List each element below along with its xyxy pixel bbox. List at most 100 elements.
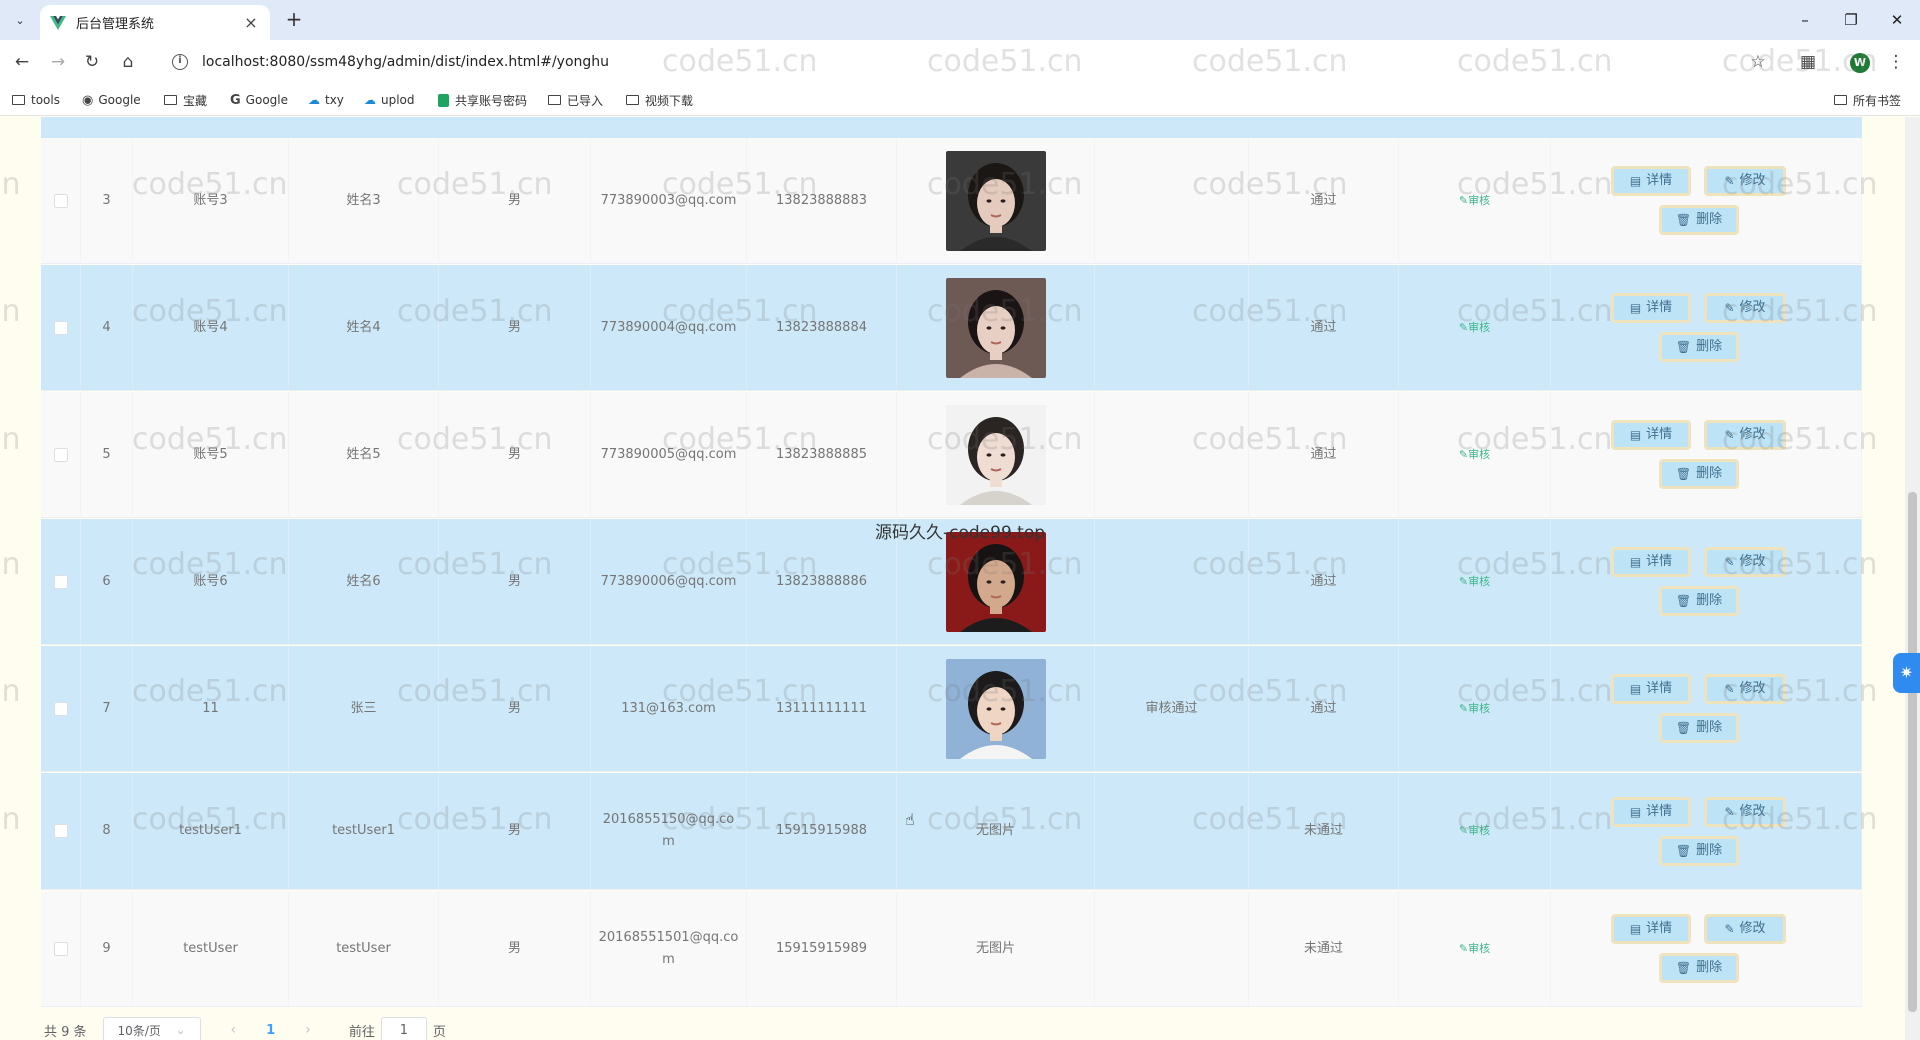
home-icon[interactable]: ⌂ [114,48,142,76]
audit-action-cell: ✎审核 [1399,519,1551,644]
user-photo[interactable] [945,150,1046,251]
bookmark-tools[interactable]: tools [12,91,60,109]
bookmark-star-icon[interactable]: ☆ [1746,50,1770,74]
delete-button[interactable]: 🗑 删除 [1659,205,1739,235]
document-icon: ▤ [1629,174,1642,188]
user-photo[interactable] [945,531,1046,632]
bookmark-label: tools [31,93,60,107]
audit-link[interactable]: ✎审核 [1459,938,1490,960]
user-photo[interactable] [945,404,1046,505]
operations-cell: ▤ 详情 ✎ 修改 🗑 删除 [1551,891,1862,1006]
all-bookmarks[interactable]: 所有书签 [1834,91,1901,109]
detail-button[interactable]: ▤ 详情 [1611,420,1691,450]
detail-label: 详情 [1646,681,1673,696]
row-checkbox[interactable] [53,701,68,716]
edit-label: 修改 [1739,554,1766,569]
audit-status-cell: 通过 [1249,138,1399,263]
reload-icon[interactable]: ↻ [78,48,106,76]
name-cell: testUser1 [289,773,439,889]
edit-pen-icon: ✎ [1724,922,1735,936]
row-checkbox[interactable] [53,447,68,462]
row-checkbox[interactable] [53,574,68,589]
index-cell: 3 [81,138,133,263]
new-tab-plus-icon[interactable]: + [282,8,306,32]
audit-label: 审核 [1468,320,1491,334]
row-checkbox[interactable] [53,193,68,208]
bookmark-google[interactable]: ◉ Google [82,91,141,109]
detail-button[interactable]: ▤ 详情 [1611,547,1691,577]
detail-label: 详情 [1646,554,1673,569]
document-icon: ▤ [1629,555,1642,569]
edit-button[interactable]: ✎ 修改 [1704,166,1786,196]
prev-page-icon[interactable]: ‹ [231,1022,237,1038]
site-info-icon[interactable]: i [172,54,188,70]
audit-link[interactable]: ✎审核 [1459,444,1490,466]
menu-kebab-icon[interactable]: ⋮ [1884,50,1908,74]
address-bar[interactable]: i localhost:8080/ssm48yhg/admin/dist/ind… [158,46,1738,78]
bookmark-uplod[interactable]: ☁ uplod [364,91,415,109]
audit-status-cell: 未通过 [1249,773,1399,889]
bookmark-txy[interactable]: ☁ txy [308,91,344,109]
browser-tab[interactable]: 后台管理系统 × [40,5,270,40]
edit-button[interactable]: ✎ 修改 [1704,797,1786,827]
audit-link[interactable]: ✎审核 [1459,317,1490,339]
page-number[interactable]: 1 [266,1023,275,1038]
photo-cell: 无图片 [897,773,1095,889]
delete-button[interactable]: 🗑 删除 [1659,836,1739,866]
extensions-puzzle-icon[interactable]: ▦ [1796,50,1820,74]
detail-button[interactable]: ▤ 详情 [1611,166,1691,196]
account-cell: 账号3 [133,138,289,263]
total-count: 共 9 条 [44,1024,87,1040]
row-checkbox[interactable] [53,824,68,838]
floating-assistant-icon[interactable]: ✷ [1893,653,1920,693]
back-arrow-icon[interactable]: ← [8,48,36,76]
edit-pen-icon: ✎ [1458,320,1469,334]
audit-label: 审核 [1468,447,1491,461]
minimize-icon[interactable]: – [1782,6,1828,34]
trash-icon: 🗑 [1675,844,1692,858]
edit-button[interactable]: ✎ 修改 [1704,674,1786,704]
bookmark-video-download[interactable]: 视频下载 [626,91,693,109]
page-scrollbar[interactable] [1905,117,1920,1040]
next-page-icon[interactable]: › [305,1022,311,1038]
detail-button[interactable]: ▤ 详情 [1611,914,1691,944]
bookmark-treasure[interactable]: 宝藏 [164,91,207,109]
scrollbar-thumb[interactable] [1908,492,1917,1012]
user-photo[interactable] [945,658,1046,759]
tab-close-icon[interactable]: × [242,13,260,32]
email-cell: 20168551501@qq.com [591,891,747,1006]
window-close-icon[interactable]: ✕ [1874,6,1920,34]
delete-button[interactable]: 🗑 删除 [1659,459,1739,489]
row-checkbox[interactable] [53,320,68,335]
edit-button[interactable]: ✎ 修改 [1704,420,1786,450]
bookmark-imported[interactable]: 已导入 [548,91,603,109]
audit-link[interactable]: ✎审核 [1459,820,1490,842]
detail-button[interactable]: ▤ 详情 [1611,797,1691,827]
page-size-select[interactable]: 10条/页 ⌄ [102,1017,201,1040]
delete-button[interactable]: 🗑 删除 [1659,953,1739,983]
delete-button[interactable]: 🗑 删除 [1659,332,1739,362]
audit-link[interactable]: ✎审核 [1459,190,1490,212]
delete-button[interactable]: 🗑 删除 [1659,713,1739,743]
bookmark-label: 所有书签 [1853,93,1902,108]
audit-action-cell: ✎审核 [1399,891,1551,1006]
restore-icon[interactable]: ❐ [1828,6,1874,34]
edit-button[interactable]: ✎ 修改 [1704,547,1786,577]
row-checkbox[interactable] [53,941,68,956]
delete-button[interactable]: 🗑 删除 [1659,586,1739,616]
detail-button[interactable]: ▤ 详情 [1611,293,1691,323]
forward-arrow-icon[interactable]: → [44,48,72,76]
audit-link[interactable]: ✎审核 [1459,698,1490,720]
goto-page-input[interactable]: 1 [380,1017,427,1040]
edit-button[interactable]: ✎ 修改 [1704,914,1786,944]
bookmark-google-2[interactable]: G Google [230,91,288,109]
detail-button[interactable]: ▤ 详情 [1611,674,1691,704]
audit-link[interactable]: ✎审核 [1459,571,1490,593]
profile-avatar[interactable]: W [1850,53,1870,73]
trash-icon: 🗑 [1675,594,1692,608]
edit-button[interactable]: ✎ 修改 [1704,293,1786,323]
tab-search-chevron-icon[interactable]: ⌄ [8,8,32,32]
bookmark-shared-accounts[interactable]: 共享账号密码 [438,91,527,109]
user-photo[interactable] [945,277,1046,378]
row-select-cell [41,265,81,390]
